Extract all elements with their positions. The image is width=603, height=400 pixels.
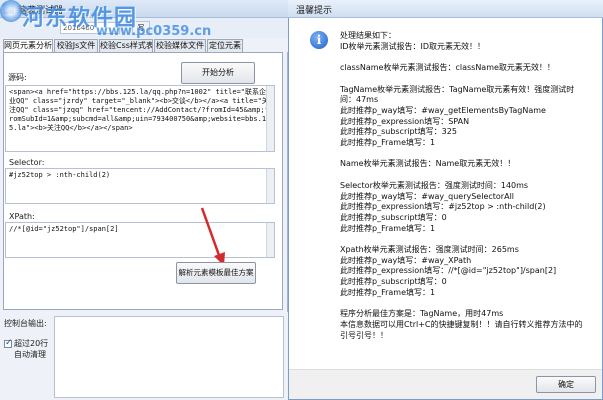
source-scrollbar[interactable] bbox=[266, 86, 274, 151]
selector-label: Selector: bbox=[9, 158, 45, 167]
watermark-url: www.pc0359.cn bbox=[96, 24, 212, 39]
watermark-logo-icon bbox=[0, 0, 22, 22]
red-arrow-icon bbox=[200, 207, 225, 266]
auto-clear-checkbox[interactable] bbox=[4, 338, 13, 348]
ok-button[interactable]: 确定 bbox=[536, 376, 596, 393]
console-output[interactable] bbox=[54, 316, 284, 398]
xpath-scrollbar[interactable] bbox=[266, 223, 274, 257]
dialog-message: 处理结果如下： ID枚举元素测试报告：ID取元素无效！！ className枚举… bbox=[340, 31, 583, 340]
dialog-titlebar[interactable] bbox=[288, 0, 603, 18]
best-solution-button[interactable]: 解析元素模板最佳方案 bbox=[176, 262, 256, 284]
tab-check-media[interactable]: 校验媒体文件 bbox=[154, 39, 206, 52]
tab-element-analysis[interactable]: 网页元素分析 bbox=[3, 39, 53, 52]
dialog-title: 温馨提示 bbox=[296, 6, 333, 16]
analyze-button[interactable]: 开始分析 bbox=[181, 62, 255, 84]
selector-textarea[interactable]: #jz52top > :nth-child(2) bbox=[5, 168, 275, 204]
auto-clear-label: 超过20行自动清理 bbox=[14, 339, 49, 359]
tab-check-js[interactable]: 校验Js文件 bbox=[54, 39, 98, 52]
tab-locate-element[interactable]: 定位元素 bbox=[207, 39, 243, 52]
source-label: 源码: bbox=[8, 73, 27, 82]
info-icon: i bbox=[310, 31, 328, 49]
console-label: 控制台输出: bbox=[4, 319, 47, 328]
xpath-label: XPath: bbox=[9, 212, 35, 221]
tab-check-css[interactable]: 校验Css样式表 bbox=[99, 39, 153, 52]
selector-scrollbar[interactable] bbox=[266, 169, 274, 203]
source-code-textarea[interactable]: <span><a href="https://bbs.125.la/qq.php… bbox=[5, 85, 275, 152]
